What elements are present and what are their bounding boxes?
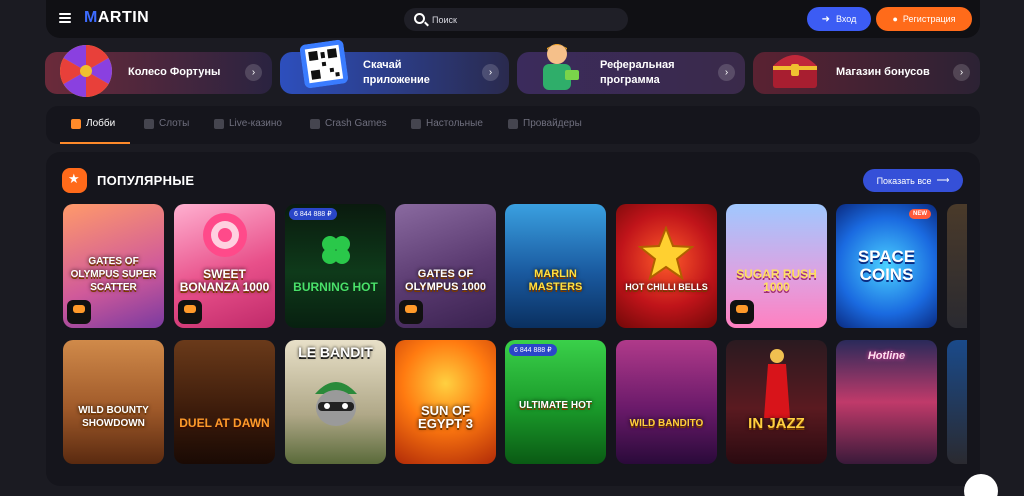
referral-character-icon [543,44,579,90]
tab-label: Live-казино [229,118,282,129]
game-tile[interactable]: In Jazz [726,340,827,464]
game-title: Ultimate Hot [519,400,592,411]
game-title: Sweet Bonanza 1000 [179,267,270,294]
promo-bonus-shop[interactable]: Магазин бонусов › [753,52,980,94]
jackpot-badge: 6 844 888 ₽ [289,208,337,220]
login-label: Вход [836,14,857,24]
fortune-wheel-icon [60,45,112,97]
game-tile[interactable]: Gates of Olympus 1000 [395,204,496,328]
game-tile[interactable]: Sugar Rush 1000 [726,204,827,328]
game-title: Gates of Olympus Super Scatter [70,256,157,293]
game-title: Space Coins [857,247,916,284]
game-tile-partial[interactable] [947,204,967,328]
tab-slots[interactable]: Слоты [144,118,189,129]
tab-label: Crash Games [325,118,387,129]
game-tile[interactable]: Wild Bounty Showdown [63,340,164,464]
game-tile[interactable]: Le Bandit [285,340,386,464]
game-tile[interactable]: Hot Chilli Bells [616,204,717,328]
singer-figure-icon [764,349,790,418]
search-input[interactable] [432,8,622,31]
tab-lobby[interactable]: Лобби [71,118,115,129]
drops-wins-icon [67,300,91,324]
promo-download-app[interactable]: Скачай приложение › [280,39,509,94]
spade-icon [411,118,421,129]
game-tile[interactable]: Marlin Masters [505,204,606,328]
game-tile[interactable]: 6 844 888 ₽ Burning Hot [285,204,386,328]
chevron-right-icon: › [245,64,262,81]
game-tile[interactable]: Gates of Olympus Super Scatter [63,204,164,328]
promo-label: Магазин бонусов [836,66,930,78]
search-icon [414,13,425,24]
game-title: In Jazz [748,415,805,432]
login-icon: ➜ [821,13,830,25]
tab-label: Слоты [159,118,190,129]
qr-code-icon [299,39,349,89]
jackpot-badge: 6 844 888 ₽ [509,344,557,356]
menu-icon[interactable] [59,13,71,23]
tab-label: Провайдеры [523,118,582,129]
crown-icon [508,118,518,129]
drops-wins-icon [178,300,202,324]
drops-wins-icon [399,300,423,324]
register-button[interactable]: ● Регистрация [876,7,972,31]
chevron-right-icon: › [718,64,735,81]
game-tile[interactable]: 6 844 888 ₽ Ultimate Hot [505,340,606,464]
show-all-label: Показать все [876,175,932,186]
search-box[interactable] [404,8,628,31]
lightning-icon [310,118,320,129]
game-title: Burning Hot [293,280,378,294]
chevron-right-icon: › [953,64,970,81]
active-tab-indicator [60,142,130,144]
tab-providers[interactable]: Провайдеры [508,118,582,129]
game-title: Duel at Dawn [179,416,270,430]
slot-machine-icon [144,118,154,129]
login-button[interactable]: ➜ Вход [807,7,871,31]
tab-label: Настольные [426,118,483,129]
lollipop-icon [203,213,247,257]
popular-star-icon [62,168,87,193]
home-icon [71,118,81,129]
tab-live-casino[interactable]: Live-казино [214,118,282,129]
game-tile[interactable]: Wild Bandito [616,340,717,464]
user-icon: ● [892,14,898,24]
promo-label: Реферальная программа [600,59,675,86]
drops-wins-icon [730,300,754,324]
promo-label: Скачай приложение [363,59,430,86]
clover-icon [322,236,350,264]
new-badge: NEW [909,209,931,219]
treasure-chest-icon [773,55,817,88]
game-title: Wild Bounty Showdown [78,405,149,429]
game-title: Sun of Egypt 3 [418,403,473,431]
show-all-button[interactable]: Показать все ⟶ [863,169,963,192]
promo-referral[interactable]: Реферальная программа › [517,44,745,94]
game-tile[interactable]: Hotline [836,340,937,464]
game-title: Marlin Masters [528,268,583,293]
promo-label: Колесо Фортуны [128,66,221,78]
game-tile[interactable]: NEW Space Coins [836,204,937,328]
game-tile-partial[interactable] [947,340,967,464]
tab-label: Лобби [86,118,116,129]
game-tile[interactable]: Duel at Dawn [174,340,275,464]
game-tile[interactable]: Sweet Bonanza 1000 [174,204,275,328]
tab-table-games[interactable]: Настольные [411,118,483,129]
game-title: Sugar Rush 1000 [736,267,817,294]
game-title: Gates of Olympus 1000 [405,268,486,293]
promo-wheel-of-fortune[interactable]: Колесо Фортуны › [45,45,272,97]
game-title: Le Bandit [298,344,373,360]
game-tile[interactable]: Sun of Egypt 3 [395,340,496,464]
game-title: Wild Bandito [629,418,704,429]
game-title: Hot Chilli Bells [625,282,708,292]
register-label: Регистрация [902,14,956,24]
support-chat-button[interactable] [964,474,998,496]
game-title: Hotline [867,350,906,362]
tab-crash-games[interactable]: Crash Games [310,118,387,129]
star-icon [638,226,694,281]
arrow-right-icon: ⟶ [936,175,950,185]
section-title: ПОПУЛЯРНЫЕ [97,173,195,188]
site-logo[interactable]: MARTIN [84,9,149,27]
raccoon-icon [315,382,357,426]
play-icon [214,118,224,129]
chevron-right-icon: › [482,64,499,81]
